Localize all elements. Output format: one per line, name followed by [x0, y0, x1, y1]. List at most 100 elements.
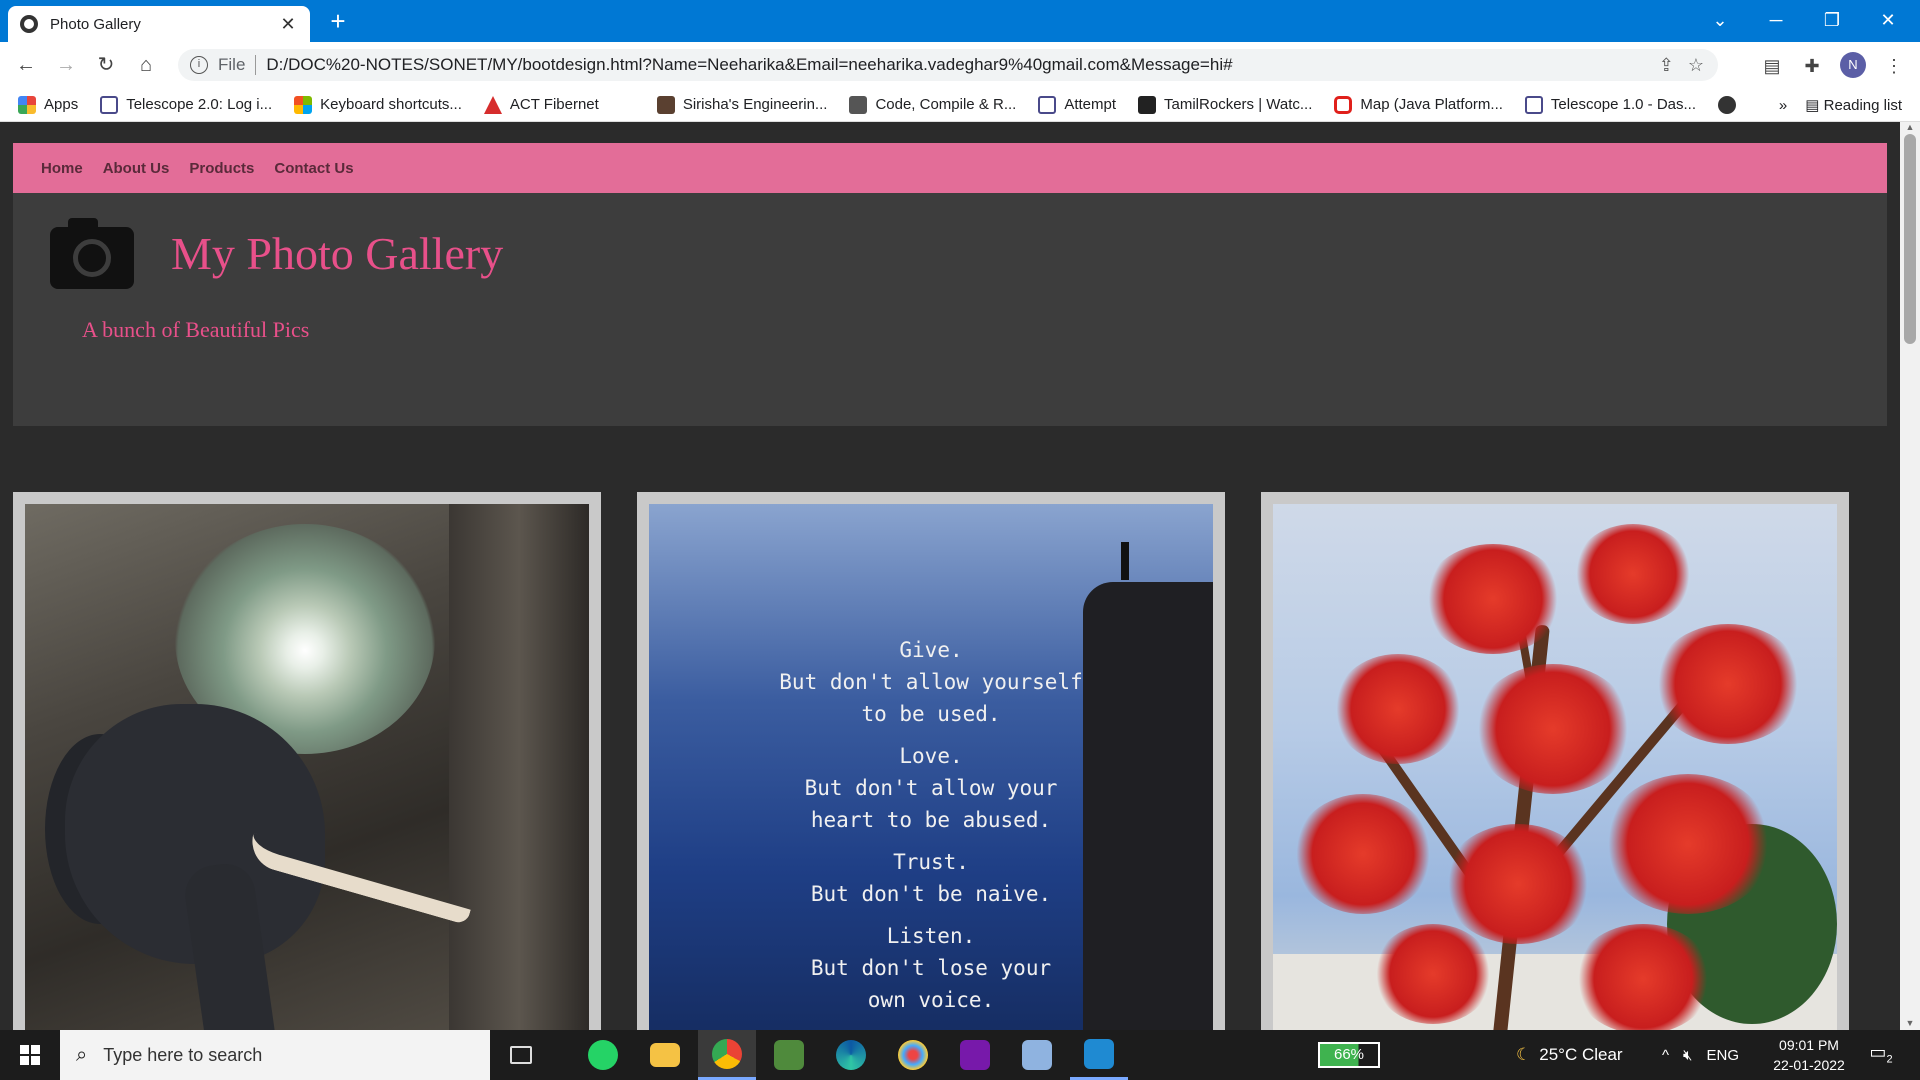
windows-logo-icon [20, 1045, 40, 1065]
remote-desktop-icon[interactable] [1008, 1030, 1066, 1080]
bookmark-code-compile[interactable]: Code, Compile & R... [849, 95, 1017, 114]
nav-home[interactable]: Home [41, 160, 83, 177]
globe-icon [1718, 95, 1736, 114]
flowering-tree-photo [1273, 504, 1837, 1030]
reload-icon[interactable]: ↻ [90, 50, 122, 80]
clock-time: 09:01 PM [1779, 1037, 1839, 1053]
url-separator [255, 55, 257, 75]
quote-line: But don't lose your [810, 956, 1052, 980]
moon-icon: ☾ [1516, 1045, 1532, 1064]
apps-grid-icon [18, 95, 36, 114]
bookmark-label: Apps [44, 96, 79, 113]
microsoft-icon [294, 95, 313, 114]
tab-title: Photo Gallery [50, 15, 141, 33]
paint-icon[interactable] [884, 1030, 942, 1080]
reading-list-button[interactable]: ▤ Reading list [1805, 96, 1902, 114]
bookmark-java-map[interactable]: Map (Java Platform... [1334, 95, 1503, 114]
globe-icon [20, 15, 38, 33]
nav-products[interactable]: Products [189, 160, 254, 177]
language-indicator[interactable]: ENG [1707, 1047, 1740, 1064]
restore-button[interactable]: ❐ [1804, 0, 1860, 40]
battery-indicator[interactable]: 66% [1318, 1042, 1380, 1068]
show-hidden-icons-chevron[interactable]: ^ [1662, 1047, 1669, 1064]
reading-list-label: Reading list [1823, 97, 1902, 114]
weather-widget[interactable]: ☾ 25°C Clear [1516, 1030, 1623, 1080]
page-title: My Photo Gallery [171, 228, 504, 279]
sheet-app-icon[interactable] [760, 1030, 818, 1080]
quote-line: Love. [899, 744, 963, 768]
forward-arrow-icon[interactable]: → [50, 50, 82, 80]
page-scrollbar[interactable]: ▲ ▼ [1900, 122, 1920, 1030]
page-tagline: A bunch of Beautiful Pics [82, 317, 310, 342]
nav-contact-us[interactable]: Contact Us [274, 160, 353, 177]
quote-photo: Give. But don't allow yourself to be use… [649, 504, 1213, 1030]
act-icon [483, 95, 502, 114]
bookmark-apps[interactable]: Apps [18, 95, 79, 114]
avatar-icon [656, 95, 675, 114]
profile-avatar[interactable]: N [1840, 52, 1866, 78]
bookmark-label: Telescope 1.0 - Das... [1550, 96, 1696, 113]
volume-muted-icon[interactable]: 🔇︎ [1683, 1047, 1692, 1064]
scroll-down-arrow-icon[interactable]: ▼ [1900, 1018, 1920, 1030]
close-window-button[interactable]: ✕ [1860, 0, 1916, 40]
bookmark-label: Code, Compile & R... [875, 96, 1017, 113]
tab-photo-gallery[interactable]: Photo Gallery ✕ [8, 6, 310, 42]
bookmark-label: Telescope 2.0: Log i... [126, 96, 273, 113]
page-viewport: Home About Us Products Contact Us My Pho… [0, 122, 1900, 1030]
site-info-icon[interactable]: i [190, 56, 208, 74]
extensions-puzzle-icon[interactable]: ✚ [1798, 52, 1826, 80]
bookmark-globe[interactable] [1718, 95, 1744, 114]
url-text[interactable]: D:/DOC%20-NOTES/SONET/MY/bootdesign.html… [266, 55, 1658, 75]
browser-toolbar: ← → ↻ ⌂ i File D:/DOC%20-NOTES/SONET/MY/… [0, 42, 1920, 88]
edge-icon[interactable] [822, 1030, 880, 1080]
extension-doc-icon[interactable]: ▤ [1758, 52, 1786, 80]
bookmark-star-icon[interactable]: ☆ [1688, 55, 1704, 76]
share-icon[interactable]: ⇪ [1659, 55, 1674, 76]
bookmark-label: TamilRockers | Watc... [1164, 96, 1313, 113]
minimize-button[interactable]: ─ [1748, 0, 1804, 40]
bookmark-tamilrockers[interactable]: TamilRockers | Watc... [1138, 95, 1313, 114]
onenote-icon[interactable] [946, 1030, 1004, 1080]
bookmark-attempt[interactable]: Attempt [1038, 95, 1116, 114]
scrollbar-thumb[interactable] [1904, 134, 1916, 344]
gallery-card-quote[interactable]: Give. But don't allow yourself to be use… [637, 492, 1225, 1030]
gallery-card-flowers[interactable] [1261, 492, 1849, 1030]
notification-center-icon[interactable]: ▭2 [1866, 1042, 1896, 1068]
bookmark-telescope-2[interactable]: Telescope 2.0: Log i... [100, 95, 273, 114]
nav-about-us[interactable]: About Us [103, 160, 170, 177]
bookmark-act-fibernet[interactable]: ACT Fibernet [483, 95, 599, 114]
oracle-icon [1334, 95, 1353, 114]
chrome-icon[interactable] [698, 1030, 756, 1080]
clock-date: 22-01-2022 [1773, 1057, 1845, 1073]
bookmark-keyboard-shortcuts[interactable]: Keyboard shortcuts... [294, 95, 462, 114]
address-bar[interactable]: i File D:/DOC%20-NOTES/SONET/MY/bootdesi… [178, 49, 1718, 81]
back-arrow-icon[interactable]: ← [10, 50, 42, 80]
vscode-icon[interactable] [1070, 1030, 1128, 1080]
bookmarks-overflow-chevron[interactable]: » [1779, 97, 1787, 114]
browser-tab-strip: Photo Gallery ✕ + ⌄ ─ ❐ ✕ [0, 0, 1920, 42]
menu-kebab-icon[interactable]: ⋮ [1880, 52, 1908, 80]
quote-line: Trust. [893, 850, 969, 874]
gallery-card-elephant[interactable] [13, 492, 601, 1030]
quote-line: Listen. [886, 924, 976, 948]
taskbar-clock[interactable]: 09:01 PM 22-01-2022 [1764, 1035, 1854, 1075]
bookmark-sirisha[interactable]: Sirisha's Engineerin... [656, 95, 827, 114]
camera-icon [50, 218, 134, 289]
bookmarks-bar: Apps Telescope 2.0: Log i... Keyboard sh… [0, 88, 1920, 122]
telescope-icon [1524, 95, 1543, 114]
start-button[interactable] [0, 1030, 60, 1080]
home-icon[interactable]: ⌂ [130, 50, 162, 80]
file-explorer-icon[interactable] [636, 1030, 694, 1080]
close-tab-icon[interactable]: ✕ [278, 14, 298, 35]
taskbar-search[interactable]: ⌕ Type here to search [60, 1030, 490, 1080]
quote-line: Give. [899, 638, 963, 662]
windows-taskbar: ⌕ Type here to search 66% ☾ 25°C Clear ^… [0, 1030, 1920, 1080]
system-tray: ^ 🔇︎ ENG [1662, 1030, 1739, 1080]
whatsapp-icon[interactable] [574, 1030, 632, 1080]
bookmark-telescope-1[interactable]: Telescope 1.0 - Das... [1524, 95, 1696, 114]
quote-line: But don't allow yourself [779, 670, 1083, 694]
scroll-up-arrow-icon[interactable]: ▲ [1900, 122, 1920, 134]
new-tab-button[interactable]: + [322, 6, 354, 38]
task-view-icon[interactable] [492, 1030, 550, 1080]
tab-search-chevron-icon[interactable]: ⌄ [1692, 0, 1748, 40]
